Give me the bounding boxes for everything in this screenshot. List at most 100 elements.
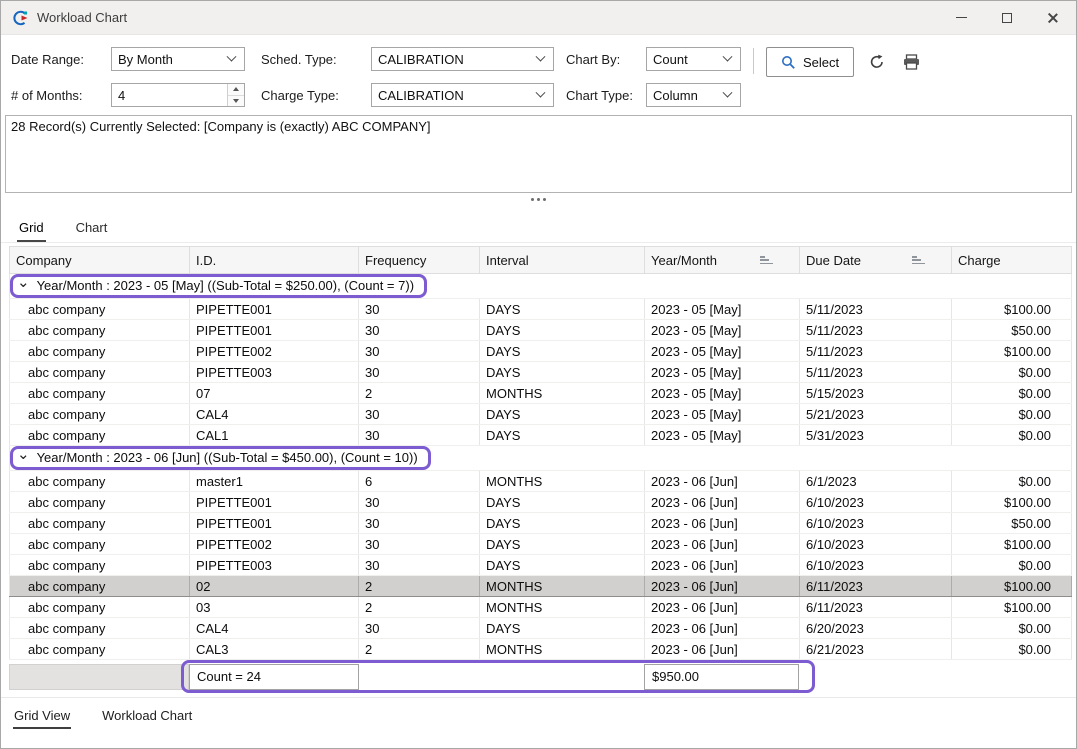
sched-type-label: Sched. Type: [261, 47, 371, 67]
grid-row[interactable]: abc companyPIPETTE00230DAYS2023 - 06 [Ju… [10, 534, 1072, 555]
grid-row[interactable]: abc companyCAL430DAYS2023 - 06 [Jun]6/20… [10, 618, 1072, 639]
grid-row[interactable]: abc companyPIPETTE00130DAYS2023 - 06 [Ju… [10, 492, 1072, 513]
refresh-button[interactable] [868, 53, 886, 71]
cell-company: abc company [10, 513, 190, 534]
cell-company: abc company [10, 362, 190, 383]
cell-frequency: 30 [359, 534, 480, 555]
grid-row-selected[interactable]: abc company022MONTHS2023 - 06 [Jun]6/11/… [10, 576, 1072, 597]
minimize-icon [956, 17, 967, 19]
column-header-i-d[interactable]: I.D. [190, 247, 359, 274]
cell-year-month: 2023 - 06 [Jun] [645, 639, 800, 660]
select-button[interactable]: Select [766, 47, 854, 77]
cell-interval: DAYS [480, 534, 645, 555]
group-header-label: Year/Month : 2023 - 05 [May] ((Sub-Total… [37, 278, 414, 293]
cell-year-month: 2023 - 06 [Jun] [645, 555, 800, 576]
grid-row[interactable]: abc companyPIPETTE00130DAYS2023 - 05 [Ma… [10, 320, 1072, 341]
cell-due-date: 5/11/2023 [800, 362, 952, 383]
cell-year-month: 2023 - 06 [Jun] [645, 576, 800, 597]
grid-row[interactable]: abc companyPIPETTE00230DAYS2023 - 05 [Ma… [10, 341, 1072, 362]
chevron-down-icon[interactable]: ⌄ [17, 278, 30, 288]
maximize-button[interactable] [984, 1, 1030, 35]
stepper-down-button[interactable] [228, 95, 244, 107]
refresh-icon [868, 53, 886, 71]
cell-frequency: 30 [359, 299, 480, 320]
cell-due-date: 6/11/2023 [800, 597, 952, 618]
tab-chart[interactable]: Chart [74, 217, 110, 242]
bottom-tab-workload-chart[interactable]: Workload Chart [101, 706, 193, 729]
cell-interval: DAYS [480, 341, 645, 362]
sched-type-select[interactable]: CALIBRATION [371, 47, 554, 71]
cell-due-date: 5/11/2023 [800, 320, 952, 341]
chevron-down-icon[interactable]: ⌄ [17, 450, 30, 460]
cell-interval: DAYS [480, 425, 645, 446]
column-header-interval[interactable]: Interval [480, 247, 645, 274]
stepper-up-button[interactable] [228, 84, 244, 95]
cell-interval: DAYS [480, 404, 645, 425]
grid-row[interactable]: abc companyCAL130DAYS2023 - 05 [May]5/31… [10, 425, 1072, 446]
printer-icon [902, 53, 921, 71]
grid-row[interactable]: abc companyPIPETTE00130DAYS2023 - 05 [Ma… [10, 299, 1072, 320]
date-range-select[interactable]: By Month [111, 47, 245, 71]
splitter-handle[interactable] [1, 193, 1076, 205]
cell-frequency: 2 [359, 597, 480, 618]
column-header-label: Year/Month [651, 253, 717, 268]
cell-due-date: 6/10/2023 [800, 534, 952, 555]
group-annotation-box: ⌄Year/Month : 2023 - 06 [Jun] ((Sub-Tota… [10, 446, 431, 470]
cell-charge: $50.00 [952, 513, 1072, 534]
cell-interval: DAYS [480, 492, 645, 513]
grid-row[interactable]: abc company072MONTHS2023 - 05 [May]5/15/… [10, 383, 1072, 404]
cell-due-date: 5/21/2023 [800, 404, 952, 425]
cell-company: abc company [10, 425, 190, 446]
column-header-charge[interactable]: Charge [952, 247, 1072, 274]
chart-by-select[interactable]: Count [646, 47, 741, 71]
grid-row[interactable]: abc companymaster16MONTHS2023 - 06 [Jun]… [10, 471, 1072, 492]
bottom-tab-grid-view[interactable]: Grid View [13, 706, 71, 729]
group-row[interactable]: ⌄ Year/Month : 2023 - 05 [May] ((Sub-Tota… [10, 274, 1072, 299]
sort-ascending-icon [760, 256, 773, 266]
minimize-button[interactable] [938, 1, 984, 35]
cell-i-d: PIPETTE002 [190, 534, 359, 555]
tab-grid[interactable]: Grid [17, 217, 46, 242]
grid-row[interactable]: abc companyPIPETTE00130DAYS2023 - 06 [Ju… [10, 513, 1072, 534]
cell-i-d: PIPETTE003 [190, 362, 359, 383]
cell-year-month: 2023 - 06 [Jun] [645, 534, 800, 555]
column-header-frequency[interactable]: Frequency [359, 247, 480, 274]
cell-charge: $0.00 [952, 639, 1072, 660]
months-stepper[interactable]: 4 [111, 83, 245, 107]
grid-row[interactable]: abc companyCAL430DAYS2023 - 05 [May]5/21… [10, 404, 1072, 425]
grid-row[interactable]: abc companyPIPETTE00330DAYS2023 - 06 [Ju… [10, 555, 1072, 576]
cell-charge: $0.00 [952, 362, 1072, 383]
cell-charge: $0.00 [952, 383, 1072, 404]
cell-interval: DAYS [480, 320, 645, 341]
chart-type-select[interactable]: Column [646, 83, 741, 107]
print-button[interactable] [902, 53, 921, 71]
cell-i-d: PIPETTE001 [190, 299, 359, 320]
grid-row[interactable]: abc company032MONTHS2023 - 06 [Jun]6/11/… [10, 597, 1072, 618]
cell-year-month: 2023 - 05 [May] [645, 320, 800, 341]
cell-company: abc company [10, 404, 190, 425]
column-header-year-month[interactable]: Year/Month [645, 247, 800, 274]
cell-year-month: 2023 - 05 [May] [645, 299, 800, 320]
column-header-company[interactable]: Company [10, 247, 190, 274]
cell-charge: $100.00 [952, 597, 1072, 618]
cell-i-d: 03 [190, 597, 359, 618]
cell-due-date: 6/21/2023 [800, 639, 952, 660]
cell-due-date: 6/10/2023 [800, 555, 952, 576]
dropdown-arrow-icon [536, 87, 546, 97]
charge-type-select[interactable]: CALIBRATION [371, 83, 554, 107]
grid-row[interactable]: abc companyPIPETTE00330DAYS2023 - 05 [Ma… [10, 362, 1072, 383]
months-label: # of Months: [11, 83, 111, 103]
grid-row[interactable]: abc companyCAL32MONTHS2023 - 06 [Jun]6/2… [10, 639, 1072, 660]
cell-frequency: 30 [359, 320, 480, 341]
column-header-due-date[interactable]: Due Date [800, 247, 952, 274]
group-row[interactable]: ⌄Year/Month : 2023 - 06 [Jun] ((Sub-Tota… [10, 446, 1072, 471]
cell-i-d: CAL4 [190, 618, 359, 639]
chart-by-label: Chart By: [566, 47, 646, 67]
cell-year-month: 2023 - 06 [Jun] [645, 618, 800, 639]
toolbar: Date Range: By Month Sched. Type: CALIBR… [1, 35, 1076, 113]
close-button[interactable] [1030, 1, 1076, 35]
cell-charge: $50.00 [952, 320, 1072, 341]
cell-interval: MONTHS [480, 471, 645, 492]
cell-frequency: 6 [359, 471, 480, 492]
cell-i-d: CAL3 [190, 639, 359, 660]
